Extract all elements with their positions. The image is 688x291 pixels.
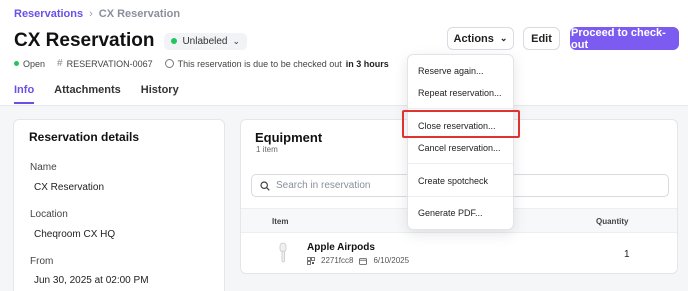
checkout-button[interactable]: Proceed to check-out (570, 26, 679, 51)
tab-history[interactable]: History (141, 84, 179, 104)
actions-menu: Reserve again... Repeat reservation... C… (407, 54, 514, 230)
chevron-down-icon: ⌄ (499, 33, 508, 43)
field-label-location: Location (30, 209, 68, 220)
menu-item-reserve-again[interactable]: Reserve again... (418, 66, 484, 76)
chevron-right-icon: › (89, 8, 93, 20)
reservation-details-panel: Reservation details Name CX Reservation … (13, 119, 225, 291)
actions-label: Actions (453, 32, 494, 45)
edit-label: Edit (531, 32, 552, 45)
divider (0, 105, 688, 106)
airpods-thumbnail-icon (279, 242, 287, 263)
details-title: Reservation details (29, 130, 140, 144)
due-text: This reservation is due to be checked ou… (177, 58, 342, 69)
label-dropdown[interactable]: Unlabeled ⌄ (164, 32, 248, 50)
column-item: Item (272, 217, 289, 226)
reference-number: RESERVATION-0067 (66, 58, 153, 69)
menu-divider (408, 108, 513, 109)
breadcrumb-reservations-link[interactable]: Reservations (14, 8, 83, 20)
label-text: Unlabeled (182, 35, 228, 47)
breadcrumb: Reservations › CX Reservation (14, 8, 180, 20)
menu-item-generate-pdf[interactable]: Generate PDF... (418, 208, 483, 218)
field-label-name: Name (30, 162, 57, 173)
status-dot-icon (171, 38, 178, 44)
tab-info[interactable]: Info (14, 84, 35, 104)
highlight-box (402, 110, 520, 138)
item-code: 2271fcc8 (321, 256, 354, 265)
checkout-label: Proceed to check-out (571, 26, 666, 51)
menu-divider (408, 163, 513, 164)
calendar-icon (359, 257, 368, 265)
menu-item-cancel-reservation[interactable]: Cancel reservation... (418, 143, 501, 153)
breadcrumb-current: CX Reservation (98, 8, 181, 20)
menu-divider (408, 196, 513, 197)
page-title: CX Reservation (14, 30, 155, 51)
field-label-from: From (30, 256, 54, 267)
search-placeholder: Search in reservation (276, 180, 371, 191)
status-text: Open (23, 58, 46, 69)
hash-icon: # (57, 58, 63, 69)
status-dot-icon (14, 61, 19, 66)
item-quantity: 1 (624, 249, 630, 260)
equipment-count: 1 item (256, 145, 278, 154)
due-emphasis: in 3 hours (345, 58, 389, 69)
qr-code-icon (307, 256, 315, 265)
field-value-name: CX Reservation (34, 182, 105, 193)
equipment-title: Equipment (255, 130, 323, 145)
edit-button[interactable]: Edit (523, 27, 560, 50)
actions-button[interactable]: Actions ⌄ (447, 27, 514, 50)
item-date: 6/10/2025 (373, 256, 410, 265)
column-quantity: Quantity (596, 217, 629, 226)
menu-item-create-spotcheck[interactable]: Create spotcheck (418, 176, 488, 186)
meta-row: Open # RESERVATION-0067 This reservation… (14, 58, 389, 69)
tab-bar: Info Attachments History (14, 84, 179, 104)
item-name[interactable]: Apple Airpods (307, 242, 375, 253)
tab-attachments[interactable]: Attachments (54, 84, 121, 104)
table-row[interactable]: Apple Airpods 2271fcc8 6/10/2025 1 (241, 234, 677, 274)
field-value-location: Cheqroom CX HQ (34, 229, 116, 240)
menu-item-repeat-reservation[interactable]: Repeat reservation... (418, 88, 502, 98)
field-value-from: Jun 30, 2025 at 02:00 PM (34, 275, 149, 286)
chevron-down-icon: ⌄ (232, 35, 241, 46)
clock-icon (164, 59, 174, 68)
search-icon (260, 180, 270, 191)
